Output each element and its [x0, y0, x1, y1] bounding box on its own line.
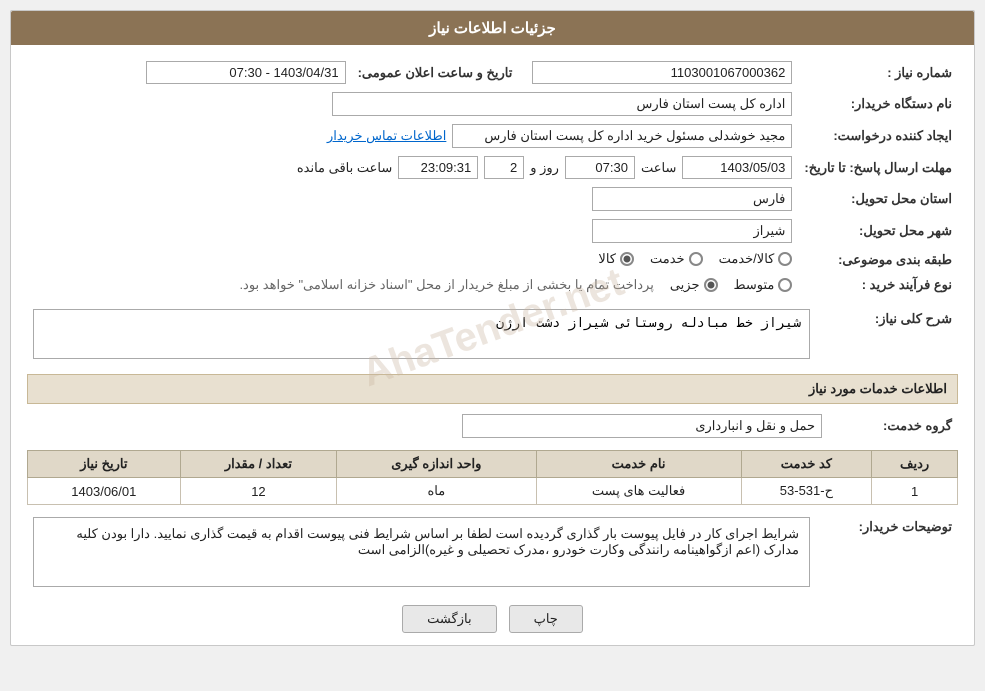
col-header-unit: واحد اندازه گیری	[337, 451, 536, 478]
radio-dot-medium	[778, 278, 792, 292]
radio-dot-kala-khadamat	[778, 252, 792, 266]
category-label: طبقه بندی موضوعی:	[798, 247, 958, 273]
city-label: شهر محل تحویل:	[798, 215, 958, 247]
service-group-label: گروه خدمت:	[828, 410, 958, 442]
city-value: شیراز	[592, 219, 792, 243]
category-label-khadamat: خدمت	[650, 251, 685, 267]
date-label: مهلت ارسال پاسخ: تا تاریخ:	[798, 152, 958, 183]
buyer-name-value: اداره کل پست استان فارس	[332, 92, 792, 116]
province-value: فارس	[592, 187, 792, 211]
order-number-value: 1103001067000362	[532, 61, 792, 84]
purchase-type-partial-label: جزیی	[670, 277, 700, 293]
col-header-row: ردیف	[872, 451, 958, 478]
category-label-kala-khadamat: کالا/خدمت	[719, 251, 775, 267]
creator-label: ایجاد کننده درخواست:	[798, 120, 958, 152]
col-header-qty: تعداد / مقدار	[180, 451, 337, 478]
cell-code: ح-531-53	[741, 478, 872, 505]
services-section-header: اطلاعات خدمات مورد نیاز	[27, 374, 958, 404]
radio-dot-partial	[704, 278, 718, 292]
cell-date: 1403/06/01	[28, 478, 181, 505]
time-from: 07:30	[565, 156, 635, 179]
buyer-desc-box: شرایط اجرای کار در فایل پیوست بار گذاری …	[33, 517, 810, 587]
purchase-type-label: نوع فرآیند خرید :	[798, 273, 958, 297]
days: 2	[484, 156, 524, 179]
purchase-type-medium-label: متوسط	[734, 277, 775, 293]
col-header-code: کد خدمت	[741, 451, 872, 478]
remaining-label: ساعت باقی مانده	[297, 160, 392, 176]
cell-unit: ماه	[337, 478, 536, 505]
service-group-value: حمل و نقل و انبارداری	[462, 414, 822, 438]
back-button[interactable]: بازگشت	[402, 605, 496, 633]
category-option-khadamat[interactable]: خدمت	[650, 251, 703, 267]
buyer-desc-label: توضیحات خریدار:	[822, 519, 952, 535]
radio-dot-khadamat	[689, 252, 703, 266]
purchase-type-medium[interactable]: متوسط	[734, 277, 793, 293]
need-desc-textarea[interactable]	[33, 309, 810, 359]
purchase-type-radio-group: متوسط جزیی	[670, 277, 793, 293]
purchase-type-note: پرداخت تمام یا بخشی از مبلغ خریدار از مح…	[239, 277, 653, 293]
bottom-buttons: بازگشت چاپ	[27, 605, 958, 633]
cell-name: فعالیت های پست	[536, 478, 741, 505]
page-title: جزئیات اطلاعات نیاز	[429, 20, 556, 37]
page-header: جزئیات اطلاعات نیاز	[11, 11, 974, 45]
category-option-kala-khadamat[interactable]: کالا/خدمت	[719, 251, 793, 267]
category-label-kala: کالا	[598, 251, 616, 267]
purchase-type-partial[interactable]: جزیی	[670, 277, 718, 293]
cell-qty: 12	[180, 478, 337, 505]
date-from: 1403/05/03	[682, 156, 792, 179]
order-number-label: شماره نیاز :	[798, 57, 958, 88]
time-label: ساعت	[641, 160, 676, 176]
buyer-name-label: نام دستگاه خریدار:	[798, 88, 958, 120]
services-table: ردیف کد خدمت نام خدمت واحد اندازه گیری ت…	[27, 450, 958, 505]
creator-value: مجید خوشدلی مسئول خرید اداره کل پست استا…	[452, 124, 792, 148]
public-date-value: 1403/04/31 - 07:30	[146, 61, 346, 84]
col-header-name: نام خدمت	[536, 451, 741, 478]
time-to: 23:09:31	[398, 156, 478, 179]
creator-link[interactable]: اطلاعات تماس خریدار	[327, 128, 446, 144]
days-label: روز و	[530, 160, 559, 176]
print-button[interactable]: چاپ	[509, 605, 583, 633]
category-option-kala[interactable]: کالا	[598, 251, 634, 267]
table-row: 1 ح-531-53 فعالیت های پست ماه 12 1403/06…	[28, 478, 958, 505]
col-header-date: تاریخ نیاز	[28, 451, 181, 478]
public-date-label: تاریخ و ساعت اعلان عمومی:	[352, 57, 519, 88]
need-desc-label: شرح کلی نیاز:	[822, 311, 952, 327]
province-label: استان محل تحویل:	[798, 183, 958, 215]
radio-dot-kala	[620, 252, 634, 266]
category-radio-group: کالا/خدمت خدمت کالا	[598, 251, 792, 267]
cell-row: 1	[872, 478, 958, 505]
